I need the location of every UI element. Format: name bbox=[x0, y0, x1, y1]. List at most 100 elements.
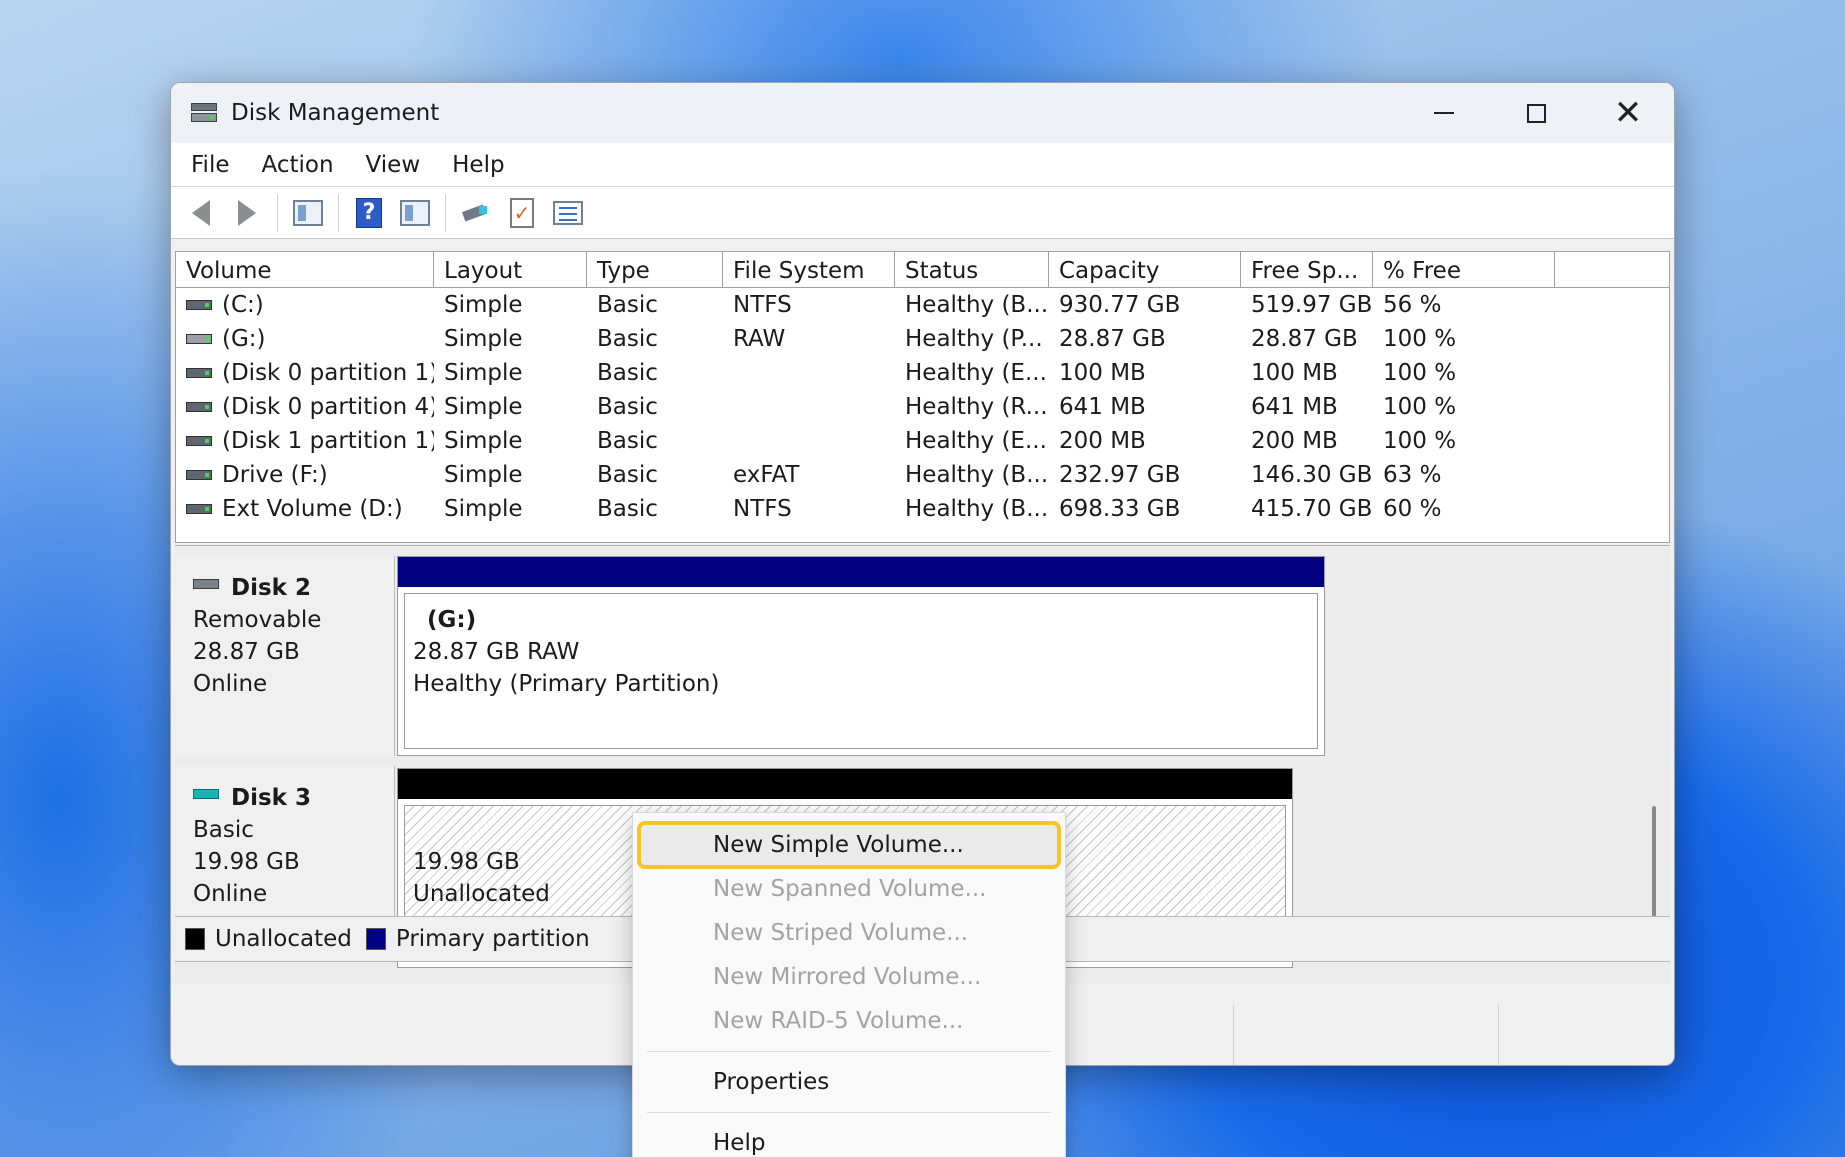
volume-table-header: Volume Layout Type File System Status Ca… bbox=[176, 252, 1669, 288]
table-cell: Healthy (B... bbox=[905, 462, 1049, 488]
volume-name: (Disk 0 partition 4) bbox=[222, 394, 434, 420]
column-header-file-system[interactable]: File System bbox=[723, 252, 895, 288]
volume-name: (C:) bbox=[222, 292, 264, 318]
disk-name: Disk 2 bbox=[231, 575, 311, 601]
table-cell: 146.30 GB bbox=[1251, 462, 1373, 488]
disk-3-label[interactable]: Disk 3 Basic 19.98 GB Online bbox=[175, 766, 395, 916]
table-row[interactable]: (C:) Simple Basic NTFS Healthy (B... 930… bbox=[176, 288, 1669, 322]
drive-icon bbox=[186, 368, 212, 378]
menu-item-new-spanned-volume[interactable]: New Spanned Volume... bbox=[639, 867, 1059, 911]
help-icon: ? bbox=[356, 197, 382, 228]
disk-status: Online bbox=[193, 881, 268, 907]
table-row[interactable]: (Disk 0 partition 4) Simple Basic Health… bbox=[176, 390, 1669, 424]
action-pane-icon bbox=[400, 199, 430, 226]
menu-view[interactable]: View bbox=[366, 152, 421, 178]
table-cell: Basic bbox=[597, 394, 658, 420]
column-header-status[interactable]: Status bbox=[895, 252, 1049, 288]
column-header-type[interactable]: Type bbox=[587, 252, 723, 288]
checklist-icon bbox=[553, 200, 583, 225]
checkmark-document-icon: ✓ bbox=[510, 197, 534, 228]
table-cell: 100 % bbox=[1383, 326, 1457, 352]
column-header-percent-free[interactable]: % Free bbox=[1373, 252, 1555, 288]
menu-help[interactable]: Help bbox=[452, 152, 504, 178]
table-cell: Simple bbox=[444, 394, 523, 420]
column-header-free-space[interactable]: Free Sp... bbox=[1241, 252, 1373, 288]
menu-item-new-raid5-volume[interactable]: New RAID-5 Volume... bbox=[639, 999, 1059, 1043]
column-header-capacity[interactable]: Capacity bbox=[1049, 252, 1241, 288]
help-button[interactable]: ? bbox=[349, 193, 389, 233]
volume-name: (Disk 1 partition 1) bbox=[222, 428, 434, 454]
column-header-layout[interactable]: Layout bbox=[434, 252, 587, 288]
table-cell: Healthy (R... bbox=[905, 394, 1048, 420]
partition-g[interactable]: (G:) 28.87 GB RAW Healthy (Primary Parti… bbox=[397, 556, 1325, 756]
table-cell: Healthy (E... bbox=[905, 428, 1047, 454]
table-row[interactable]: (Disk 0 partition 1) Simple Basic Health… bbox=[176, 356, 1669, 390]
table-row[interactable]: (G:) Simple Basic RAW Healthy (P... 28.8… bbox=[176, 322, 1669, 356]
title-bar[interactable]: Disk Management ✕ bbox=[171, 83, 1674, 143]
table-cell: 641 MB bbox=[1251, 394, 1338, 420]
table-cell: 28.87 GB bbox=[1059, 326, 1166, 352]
table-cell: Healthy (E... bbox=[905, 360, 1047, 386]
forward-button[interactable] bbox=[227, 193, 267, 233]
table-cell: Healthy (B... bbox=[905, 292, 1049, 318]
menu-item-new-mirrored-volume[interactable]: New Mirrored Volume... bbox=[639, 955, 1059, 999]
table-cell: Basic bbox=[597, 360, 658, 386]
disk-2-label[interactable]: Disk 2 Removable 28.87 GB Online bbox=[175, 556, 395, 756]
table-cell: Simple bbox=[444, 496, 523, 522]
volume-name: (Disk 0 partition 1) bbox=[222, 360, 434, 386]
maximize-button[interactable] bbox=[1490, 83, 1582, 143]
connect-drive-icon bbox=[461, 202, 491, 224]
menu-action[interactable]: Action bbox=[262, 152, 334, 178]
back-arrow-icon bbox=[192, 199, 210, 226]
table-cell: Basic bbox=[597, 292, 658, 318]
table-cell: Basic bbox=[597, 462, 658, 488]
show-hide-action-pane-button[interactable] bbox=[395, 193, 435, 233]
table-cell: 60 % bbox=[1383, 496, 1442, 522]
back-button[interactable] bbox=[181, 193, 221, 233]
disk-2-row: Disk 2 Removable 28.87 GB Online (G:) 28… bbox=[175, 556, 1650, 756]
column-header-volume[interactable]: Volume bbox=[176, 252, 434, 288]
table-cell: 641 MB bbox=[1059, 394, 1146, 420]
toolbar: ? ✓ bbox=[171, 187, 1674, 239]
check-button[interactable]: ✓ bbox=[502, 193, 542, 233]
table-cell: 100 % bbox=[1383, 394, 1457, 420]
minimize-button[interactable] bbox=[1398, 83, 1490, 143]
table-cell: 232.97 GB bbox=[1059, 462, 1181, 488]
table-cell: Simple bbox=[444, 292, 523, 318]
disk-icon bbox=[193, 789, 219, 799]
volume-name: (G:) bbox=[222, 326, 266, 352]
connect-virtual-disk-button[interactable] bbox=[456, 193, 496, 233]
forward-arrow-icon bbox=[238, 199, 256, 226]
menu-item-help[interactable]: Help bbox=[639, 1121, 1059, 1157]
toolbar-separator bbox=[277, 193, 278, 232]
show-hide-console-tree-button[interactable] bbox=[288, 193, 328, 233]
legend-label-primary: Primary partition bbox=[395, 926, 590, 952]
table-cell: NTFS bbox=[733, 292, 792, 318]
primary-partition-swatch bbox=[365, 928, 386, 950]
menu-item-properties[interactable]: Properties bbox=[639, 1060, 1059, 1104]
table-row[interactable]: Ext Volume (D:) Simple Basic NTFS Health… bbox=[176, 492, 1669, 526]
console-tree-icon bbox=[293, 199, 323, 226]
table-row[interactable]: (Disk 1 partition 1) Simple Basic Health… bbox=[176, 424, 1669, 458]
table-cell: Simple bbox=[444, 462, 523, 488]
menu-item-new-striped-volume[interactable]: New Striped Volume... bbox=[639, 911, 1059, 955]
menu-item-new-simple-volume[interactable]: New Simple Volume... bbox=[637, 821, 1061, 869]
table-cell: RAW bbox=[733, 326, 786, 352]
table-cell: 519.97 GB bbox=[1251, 292, 1373, 318]
disk-status: Online bbox=[193, 671, 268, 697]
table-cell: Basic bbox=[597, 496, 658, 522]
table-cell: exFAT bbox=[733, 462, 800, 488]
table-cell: Basic bbox=[597, 428, 658, 454]
table-cell: 56 % bbox=[1383, 292, 1442, 318]
close-button[interactable]: ✕ bbox=[1582, 83, 1674, 143]
properties-list-button[interactable] bbox=[548, 193, 588, 233]
menu-file[interactable]: File bbox=[191, 152, 230, 178]
table-cell: 200 MB bbox=[1251, 428, 1338, 454]
status-segment bbox=[1234, 1005, 1499, 1065]
table-cell: Simple bbox=[444, 360, 523, 386]
toolbar-separator bbox=[445, 193, 446, 232]
primary-partition-header bbox=[398, 557, 1324, 587]
table-cell: 930.77 GB bbox=[1059, 292, 1181, 318]
table-row[interactable]: Drive (F:) Simple Basic exFAT Healthy (B… bbox=[176, 458, 1669, 492]
partition-status: Healthy (Primary Partition) bbox=[413, 671, 720, 697]
